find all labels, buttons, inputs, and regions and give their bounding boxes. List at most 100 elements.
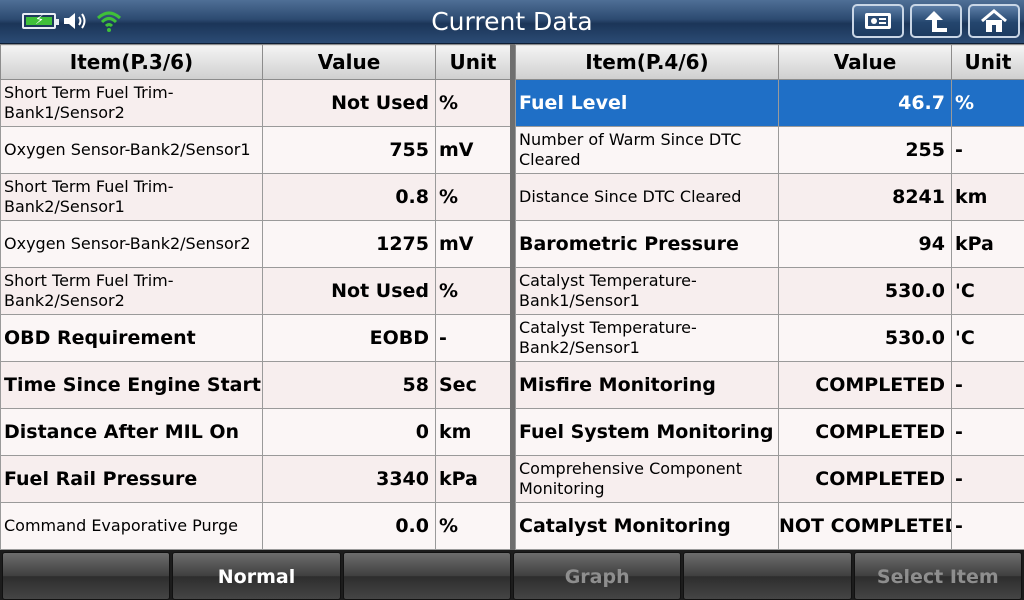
table-row[interactable]: Distance After MIL On 0 km: [0, 408, 511, 456]
home-button[interactable]: [968, 4, 1020, 38]
row-item: Oxygen Sensor-Bank2/Sensor1: [0, 126, 263, 174]
graph-button[interactable]: Graph: [512, 552, 682, 600]
row-unit: kPa: [951, 220, 1024, 268]
row-unit: Sec: [435, 361, 511, 409]
table-row[interactable]: Catalyst Monitoring NOT COMPLETED -: [515, 502, 1024, 550]
row-unit: %: [435, 502, 511, 550]
header-value: Value: [778, 44, 952, 80]
back-arrow-icon: [925, 11, 947, 32]
row-value: Not Used: [262, 79, 436, 127]
row-item: Catalyst Monitoring: [515, 502, 779, 550]
home-icon: [981, 9, 1007, 32]
row-item: Short Term Fuel Trim-Bank2/Sensor2: [0, 267, 263, 315]
row-item: Fuel Level: [515, 79, 779, 127]
right-data-table: Item(P.4/6) Value Unit Fuel Level 46.7 %…: [515, 44, 1024, 550]
bottom-toolbar: Normal Graph Select Item: [0, 550, 1024, 600]
normal-button[interactable]: Normal: [172, 552, 341, 600]
row-value: 46.7: [778, 79, 952, 127]
row-value: 0.8: [262, 173, 436, 221]
row-value: NOT COMPLETED: [778, 502, 952, 550]
table-row[interactable]: Short Term Fuel Trim-Bank2/Sensor2 Not U…: [0, 267, 511, 315]
row-unit: -: [951, 408, 1024, 456]
row-value: COMPLETED: [778, 408, 952, 456]
row-item: Fuel System Monitoring: [515, 408, 779, 456]
row-value: 0: [262, 408, 436, 456]
row-unit: %: [435, 79, 511, 127]
row-item: Time Since Engine Start: [0, 361, 263, 409]
row-unit: km: [435, 408, 511, 456]
table-row[interactable]: Command Evaporative Purge 0.0 %: [0, 502, 511, 550]
header-unit: Unit: [951, 44, 1024, 80]
row-item: Misfire Monitoring: [515, 361, 779, 409]
row-item: Catalyst Temperature-Bank1/Sensor1: [515, 267, 779, 315]
table-row-selected[interactable]: Fuel Level 46.7 %: [515, 79, 1024, 127]
table-header-row: Item(P.4/6) Value Unit: [515, 44, 1024, 80]
toolbar-button-3[interactable]: [342, 552, 511, 600]
row-unit: mV: [435, 220, 511, 268]
row-unit: -: [435, 314, 511, 362]
table-row[interactable]: Misfire Monitoring COMPLETED -: [515, 361, 1024, 409]
row-item: Fuel Rail Pressure: [0, 455, 263, 503]
vehicle-info-button[interactable]: [852, 4, 904, 38]
table-row[interactable]: Oxygen Sensor-Bank2/Sensor2 1275 mV: [0, 220, 511, 268]
row-value: 0.0: [262, 502, 436, 550]
row-item: OBD Requirement: [0, 314, 263, 362]
toolbar-button-1[interactable]: [2, 552, 171, 600]
row-item: Comprehensive Component Monitoring: [515, 455, 779, 503]
header-item: Item(P.4/6): [515, 44, 779, 80]
row-unit: -: [951, 502, 1024, 550]
row-unit: 'C: [951, 314, 1024, 362]
row-value: 8241: [778, 173, 952, 221]
left-data-table: Item(P.3/6) Value Unit Short Term Fuel T…: [0, 44, 511, 550]
header-unit: Unit: [435, 44, 511, 80]
row-unit: %: [435, 173, 511, 221]
row-item: Catalyst Temperature-Bank2/Sensor1: [515, 314, 779, 362]
table-row[interactable]: Number of Warm Since DTC Cleared 255 -: [515, 126, 1024, 174]
row-item: Distance After MIL On: [0, 408, 263, 456]
row-value: COMPLETED: [778, 455, 952, 503]
table-row[interactable]: OBD Requirement EOBD -: [0, 314, 511, 362]
vehicle-info-icon: [865, 13, 891, 29]
row-item: Short Term Fuel Trim-Bank2/Sensor1: [0, 173, 263, 221]
table-row[interactable]: Fuel System Monitoring COMPLETED -: [515, 408, 1024, 456]
toolbar-button-5[interactable]: [683, 552, 852, 600]
table-row[interactable]: Fuel Rail Pressure 3340 kPa: [0, 455, 511, 503]
right-data-panel: Item(P.4/6) Value Unit Fuel Level 46.7 %…: [515, 44, 1024, 550]
select-item-button[interactable]: Select Item: [853, 552, 1022, 600]
row-value: 530.0: [778, 267, 952, 315]
row-value: 755: [262, 126, 436, 174]
table-row[interactable]: Oxygen Sensor-Bank2/Sensor1 755 mV: [0, 126, 511, 174]
table-row[interactable]: Time Since Engine Start 58 Sec: [0, 361, 511, 409]
left-data-panel: Item(P.3/6) Value Unit Short Term Fuel T…: [0, 44, 511, 550]
back-button[interactable]: [910, 4, 962, 38]
table-header-row: Item(P.3/6) Value Unit: [0, 44, 511, 80]
row-unit: -: [951, 455, 1024, 503]
title-bar: Current Data ⚡: [0, 0, 1024, 44]
table-row[interactable]: Barometric Pressure 94 kPa: [515, 220, 1024, 268]
row-value: 255: [778, 126, 952, 174]
row-item: Barometric Pressure: [515, 220, 779, 268]
row-unit: -: [951, 126, 1024, 174]
row-item: Oxygen Sensor-Bank2/Sensor2: [0, 220, 263, 268]
row-value: 94: [778, 220, 952, 268]
row-unit: 'C: [951, 267, 1024, 315]
row-unit: %: [951, 79, 1024, 127]
row-value: 1275: [262, 220, 436, 268]
table-row[interactable]: Distance Since DTC Cleared 8241 km: [515, 173, 1024, 221]
row-unit: km: [951, 173, 1024, 221]
row-unit: mV: [435, 126, 511, 174]
row-item: Short Term Fuel Trim-Bank1/Sensor2: [0, 79, 263, 127]
row-unit: kPa: [435, 455, 511, 503]
row-value: 3340: [262, 455, 436, 503]
table-row[interactable]: Comprehensive Component Monitoring COMPL…: [515, 455, 1024, 503]
table-row[interactable]: Catalyst Temperature-Bank1/Sensor1 530.0…: [515, 267, 1024, 315]
table-row[interactable]: Catalyst Temperature-Bank2/Sensor1 530.0…: [515, 314, 1024, 362]
table-row[interactable]: Short Term Fuel Trim-Bank2/Sensor1 0.8 %: [0, 173, 511, 221]
row-item: Distance Since DTC Cleared: [515, 173, 779, 221]
header-value: Value: [262, 44, 436, 80]
row-unit: %: [435, 267, 511, 315]
wifi-icon: [96, 11, 122, 32]
row-value: COMPLETED: [778, 361, 952, 409]
row-value: Not Used: [262, 267, 436, 315]
table-row[interactable]: Short Term Fuel Trim-Bank1/Sensor2 Not U…: [0, 79, 511, 127]
